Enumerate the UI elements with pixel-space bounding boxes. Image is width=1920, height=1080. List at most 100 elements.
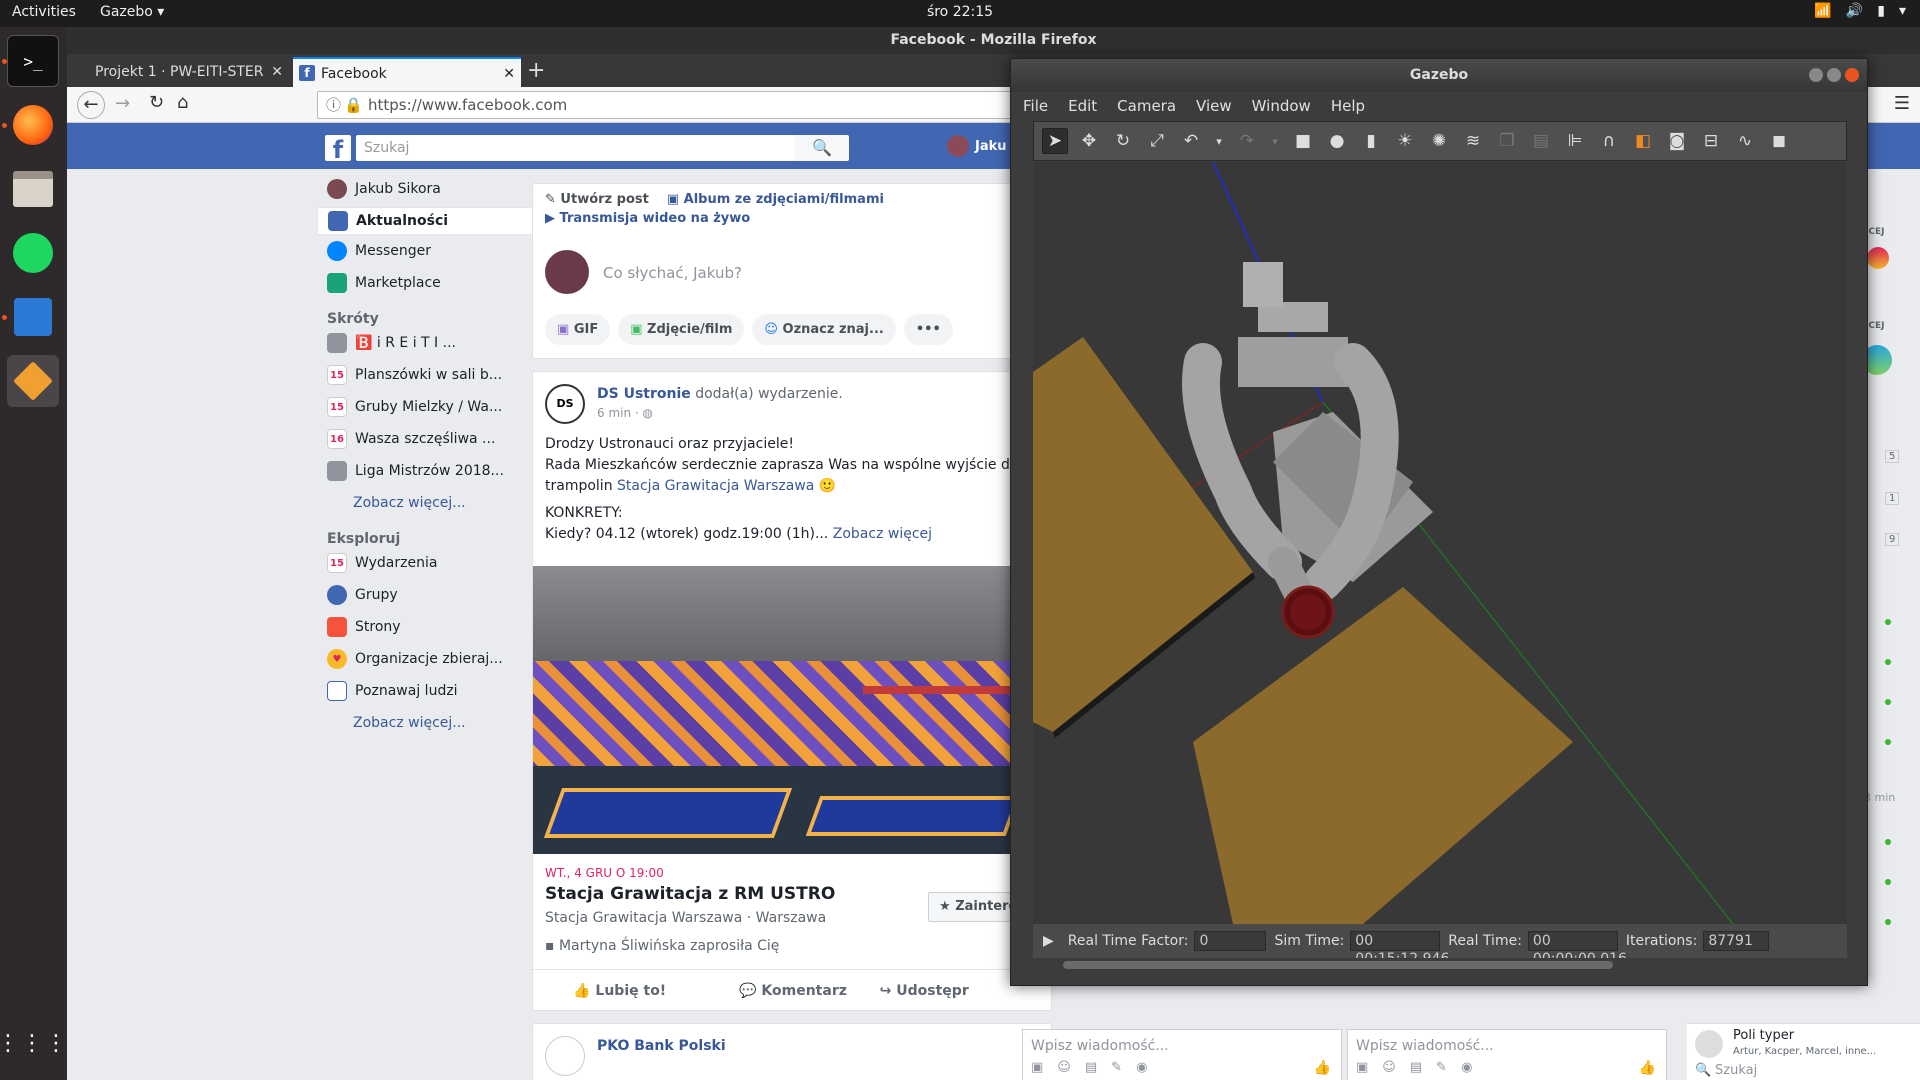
spotify-icon xyxy=(13,233,53,273)
horizontal-scrollbar[interactable] xyxy=(1033,958,1847,972)
new-tab-button[interactable]: + xyxy=(527,58,545,83)
comment-button[interactable]: 💬 Komentarz xyxy=(706,983,879,999)
gif-icon[interactable]: ▤ xyxy=(1410,1060,1422,1075)
spotify-launcher[interactable] xyxy=(7,227,59,279)
change-view-icon[interactable]: ◧ xyxy=(1630,128,1656,154)
spot-light-icon[interactable]: ✺ xyxy=(1426,128,1452,154)
camera-icon[interactable]: ◉ xyxy=(1136,1060,1147,1075)
chat-input[interactable]: Wpisz wiadomość... xyxy=(1356,1038,1494,1054)
terminal-launcher[interactable]: >_ xyxy=(7,35,59,87)
page-name-link[interactable]: PKO Bank Polski xyxy=(597,1038,726,1054)
point-light-icon[interactable]: ☀ xyxy=(1392,128,1418,154)
screenshot-icon[interactable]: ◙ xyxy=(1664,128,1690,154)
vscode-launcher[interactable] xyxy=(7,291,59,343)
snap-icon[interactable]: ∩ xyxy=(1596,128,1622,154)
close-icon[interactable]: ✕ xyxy=(271,57,283,87)
emoji-icon[interactable]: ☺ xyxy=(1382,1060,1396,1075)
album-tab[interactable]: ▣ Album ze zdjęciami/filmami xyxy=(667,192,884,207)
maximize-icon[interactable] xyxy=(1827,68,1841,82)
show-apps-button[interactable]: ⋮⋮⋮ xyxy=(0,1017,67,1069)
page-logo[interactable] xyxy=(545,1036,585,1076)
attach-icon[interactable]: ✎ xyxy=(1436,1060,1447,1075)
system-tray[interactable]: 📶 🔊 ▮ ▾ xyxy=(1814,3,1906,19)
create-post-tab[interactable]: ✎ Utwórz post xyxy=(545,192,649,207)
menu-camera[interactable]: Camera xyxy=(1117,97,1176,115)
undo-icon[interactable]: ↶ xyxy=(1178,128,1204,154)
menu-icon[interactable]: ☰ xyxy=(1894,93,1910,114)
tab-facebook[interactable]: f Facebook ✕ xyxy=(293,57,521,87)
live-video-tab[interactable]: ▶ Transmisja wideo na żywo xyxy=(545,211,750,226)
align-icon[interactable]: ⊫ xyxy=(1562,128,1588,154)
scale-tool-icon[interactable]: ⤢ xyxy=(1144,128,1170,154)
box-shape-icon[interactable]: ■ xyxy=(1290,128,1316,154)
files-launcher[interactable] xyxy=(7,163,59,215)
rotate-tool-icon[interactable]: ↻ xyxy=(1110,128,1136,154)
post-time[interactable]: 6 min · xyxy=(597,406,639,420)
composer-input[interactable]: Co słychać, Jakub? xyxy=(603,264,742,282)
forward-icon[interactable]: → xyxy=(115,93,130,114)
cylinder-shape-icon[interactable]: ▮ xyxy=(1358,128,1384,154)
menu-window[interactable]: Window xyxy=(1252,97,1311,115)
close-icon[interactable] xyxy=(1845,68,1859,82)
page-logo[interactable]: DS xyxy=(545,384,585,424)
gif-button[interactable]: ▣ GIF xyxy=(545,314,611,345)
log-icon[interactable]: ⊟ xyxy=(1698,128,1724,154)
menu-view[interactable]: View xyxy=(1196,97,1232,115)
place-link[interactable]: Stacja Grawitacja Warszawa xyxy=(617,478,814,494)
select-tool-icon[interactable]: ➤ xyxy=(1042,128,1068,154)
copy-icon[interactable]: ❐ xyxy=(1494,128,1520,154)
see-more-shortcuts-link[interactable]: Zobacz więcej... xyxy=(353,495,466,511)
like-button[interactable]: 👍 Lubię to! xyxy=(533,983,706,999)
event-cover-image[interactable] xyxy=(533,566,1051,854)
firefox-launcher[interactable] xyxy=(7,99,59,151)
chat-contact[interactable]: Poli typer Artur, Kacper, Marcel, inne..… xyxy=(1687,1023,1920,1067)
sticker-icon[interactable]: ▣ xyxy=(1356,1060,1368,1075)
plot-icon[interactable]: ∿ xyxy=(1732,128,1758,154)
thumbs-up-icon[interactable]: 👍 xyxy=(1314,1060,1331,1076)
close-icon[interactable]: ✕ xyxy=(503,59,515,87)
activities-button[interactable]: Activities xyxy=(12,4,76,20)
directional-light-icon[interactable]: ≋ xyxy=(1460,128,1486,154)
chat-search[interactable]: 🔍 Szukaj xyxy=(1687,1063,1920,1080)
back-icon[interactable]: ← xyxy=(77,91,105,119)
tag-friends-button[interactable]: ☺ Oznacz znaj... xyxy=(752,314,896,345)
minimize-icon[interactable] xyxy=(1809,68,1823,82)
gif-icon[interactable]: ▤ xyxy=(1085,1060,1097,1075)
clock[interactable]: śro 22:15 xyxy=(0,4,1920,20)
avatar[interactable] xyxy=(1867,247,1889,269)
profile-shortcut[interactable]: Jaku xyxy=(947,135,1007,157)
camera-icon[interactable]: ◉ xyxy=(1461,1060,1472,1075)
chat-input[interactable]: Wpisz wiadomość... xyxy=(1031,1038,1169,1054)
emoji-icon[interactable]: ☺ xyxy=(1057,1060,1071,1075)
redo-icon[interactable]: ↷ xyxy=(1234,128,1260,154)
home-icon[interactable]: ⌂ xyxy=(177,92,188,113)
sphere-shape-icon[interactable]: ● xyxy=(1324,128,1350,154)
chevron-down-icon[interactable]: ▾ xyxy=(1268,128,1282,154)
paste-icon[interactable]: ▤ xyxy=(1528,128,1554,154)
event-title[interactable]: Stacja Grawitacja z RM USTRO xyxy=(545,884,835,904)
reload-icon[interactable]: ↻ xyxy=(149,92,164,113)
gazebo-3d-viewport[interactable] xyxy=(1033,162,1847,924)
search-button[interactable]: 🔍 xyxy=(795,135,849,161)
see-more-explore-link[interactable]: Zobacz więcej... xyxy=(353,715,466,731)
facebook-logo-icon[interactable]: f xyxy=(325,135,351,164)
tab-projekt[interactable]: Projekt 1 · PW-EITI-STER ✕ xyxy=(67,57,287,87)
translate-tool-icon[interactable]: ✥ xyxy=(1076,128,1102,154)
play-pause-icon[interactable]: ▶ xyxy=(1043,933,1054,949)
gazebo-launcher[interactable] xyxy=(7,355,59,407)
menu-help[interactable]: Help xyxy=(1331,97,1365,115)
sticker-icon[interactable]: ▣ xyxy=(1031,1060,1043,1075)
menu-edit[interactable]: Edit xyxy=(1068,97,1097,115)
more-options-icon[interactable]: ••• xyxy=(903,314,953,345)
app-menu[interactable]: Gazebo ▾ xyxy=(100,4,164,20)
search-input[interactable]: Szukaj xyxy=(356,135,810,161)
chevron-down-icon[interactable]: ▾ xyxy=(1212,128,1226,154)
see-more-link[interactable]: Zobacz więcej xyxy=(833,526,932,542)
page-name-link[interactable]: DS Ustronie xyxy=(597,386,691,402)
video-record-icon[interactable]: ◼ xyxy=(1766,128,1792,154)
thumbs-up-icon[interactable]: 👍 xyxy=(1639,1060,1656,1076)
menu-file[interactable]: File xyxy=(1023,97,1048,115)
attach-icon[interactable]: ✎ xyxy=(1111,1060,1122,1075)
scrollbar-thumb[interactable] xyxy=(1063,961,1613,969)
photo-video-button[interactable]: ▣ Zdjęcie/film xyxy=(618,314,745,345)
